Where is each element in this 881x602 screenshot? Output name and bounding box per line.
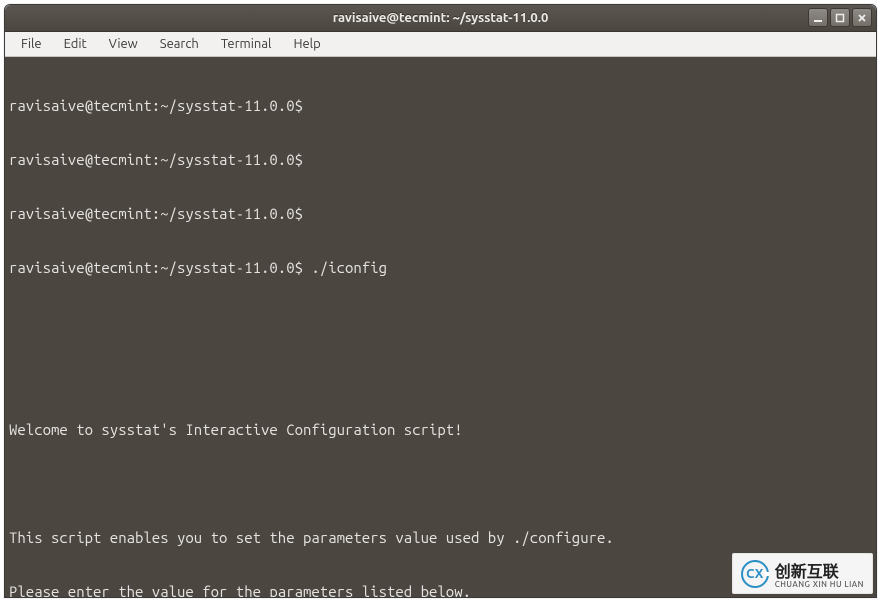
titlebar: ravisaive@tecmint: ~/sysstat-11.0.0 (5, 5, 876, 32)
terminal-window: ravisaive@tecmint: ~/sysstat-11.0.0 File… (4, 4, 877, 598)
terminal-output: This script enables you to set the param… (9, 529, 872, 547)
menu-help[interactable]: Help (283, 34, 330, 54)
terminal-area[interactable]: ravisaive@tecmint:~/sysstat-11.0.0$ ravi… (5, 57, 876, 597)
menu-search[interactable]: Search (150, 34, 209, 54)
window-title: ravisaive@tecmint: ~/sysstat-11.0.0 (333, 11, 549, 25)
watermark: CX 创新互联 CHUANG XIN HU LIAN (732, 553, 873, 594)
terminal-output: Welcome to sysstat's Interactive Configu… (9, 421, 872, 439)
menubar: File Edit View Search Terminal Help (5, 32, 876, 57)
terminal-blank (9, 313, 872, 331)
close-button[interactable] (852, 8, 872, 27)
terminal-line: ravisaive@tecmint:~/sysstat-11.0.0$ (9, 151, 872, 169)
menu-file[interactable]: File (11, 34, 52, 54)
terminal-line: ravisaive@tecmint:~/sysstat-11.0.0$ ./ic… (9, 259, 872, 277)
menu-edit[interactable]: Edit (54, 34, 97, 54)
terminal-line: ravisaive@tecmint:~/sysstat-11.0.0$ (9, 205, 872, 223)
terminal-blank (9, 475, 872, 493)
menu-view[interactable]: View (99, 34, 148, 54)
menu-terminal[interactable]: Terminal (211, 34, 282, 54)
close-icon (857, 13, 867, 23)
terminal-blank (9, 367, 872, 385)
watermark-text: 创新互联 CHUANG XIN HU LIAN (775, 558, 864, 589)
watermark-cn: 创新互联 (775, 558, 864, 582)
window-controls (808, 8, 872, 27)
terminal-line: ravisaive@tecmint:~/sysstat-11.0.0$ (9, 97, 872, 115)
watermark-pinyin: CHUANG XIN HU LIAN (775, 580, 864, 589)
watermark-logo-icon: CX (741, 560, 769, 588)
minimize-button[interactable] (808, 8, 828, 27)
watermark-logo-text: CX (746, 567, 763, 581)
maximize-button[interactable] (830, 8, 850, 27)
minimize-icon (813, 13, 823, 23)
maximize-icon (835, 13, 845, 23)
